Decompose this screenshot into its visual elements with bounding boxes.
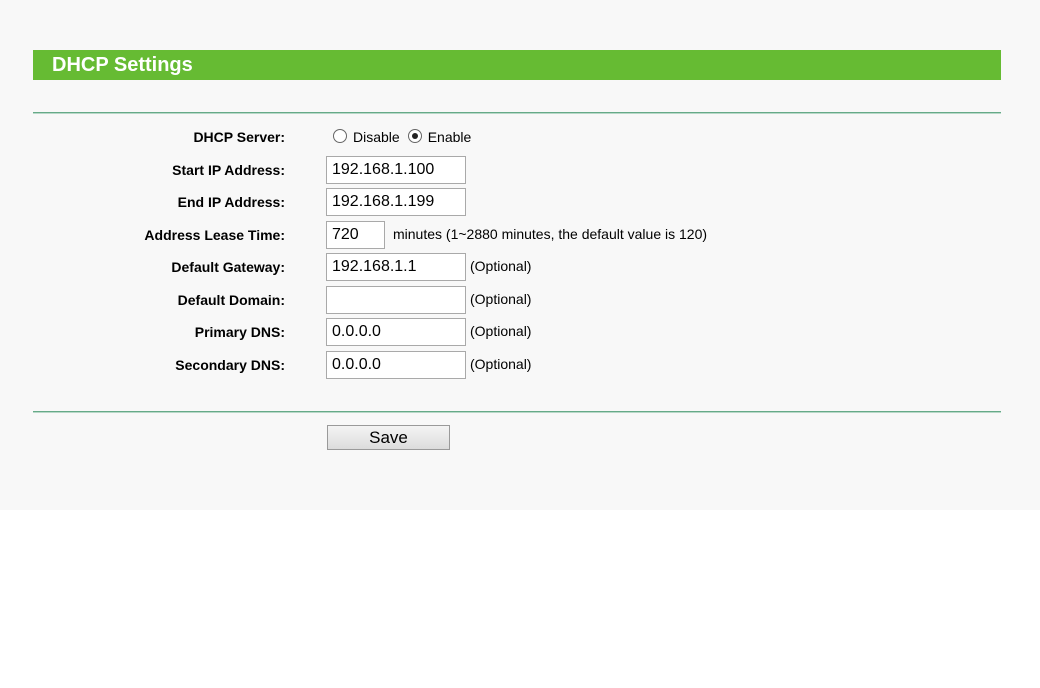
primary-dns-optional: (Optional) <box>470 323 532 339</box>
primary-dns-input[interactable] <box>326 318 466 346</box>
start-ip-label: Start IP Address: <box>172 162 285 178</box>
default-gateway-row: Default Gateway: (Optional) <box>0 253 1040 281</box>
primary-dns-label: Primary DNS: <box>194 324 285 340</box>
dhcp-enable-label[interactable]: Enable <box>428 124 472 150</box>
bottom-divider <box>33 411 1001 413</box>
secondary-dns-row: Secondary DNS: (Optional) <box>0 351 1040 379</box>
default-domain-label: Default Domain: <box>177 292 285 308</box>
primary-dns-row: Primary DNS: (Optional) <box>0 318 1040 346</box>
default-gateway-optional: (Optional) <box>470 258 532 274</box>
lease-time-input[interactable] <box>326 221 385 249</box>
dhcp-server-row: DHCP Server: Disable Enable <box>0 123 1040 151</box>
dhcp-disable-label[interactable]: Disable <box>353 124 400 150</box>
default-domain-input[interactable] <box>326 286 466 314</box>
header-bar: DHCP Settings <box>33 50 1001 80</box>
save-button[interactable]: Save <box>327 425 450 450</box>
end-ip-label: End IP Address: <box>177 194 285 210</box>
dhcp-server-label: DHCP Server: <box>193 129 285 145</box>
end-ip-input[interactable] <box>326 188 466 216</box>
secondary-dns-optional: (Optional) <box>470 356 532 372</box>
lease-time-row: Address Lease Time: minutes (1~2880 minu… <box>0 221 1040 249</box>
default-domain-optional: (Optional) <box>470 291 532 307</box>
dhcp-server-radio-group: Disable Enable <box>333 123 479 151</box>
default-domain-row: Default Domain: (Optional) <box>0 286 1040 314</box>
lease-time-hint: minutes (1~2880 minutes, the default val… <box>393 226 708 242</box>
secondary-dns-label: Secondary DNS: <box>175 357 285 373</box>
page-title: DHCP Settings <box>52 54 193 76</box>
start-ip-input[interactable] <box>326 156 466 184</box>
lease-time-label: Address Lease Time: <box>144 227 285 243</box>
dhcp-disable-radio[interactable] <box>333 129 347 144</box>
top-divider <box>33 112 1001 114</box>
settings-panel: DHCP Settings DHCP Server: Disable Enable… <box>0 0 1040 510</box>
start-ip-row: Start IP Address: <box>0 156 1040 184</box>
secondary-dns-input[interactable] <box>326 351 466 379</box>
dhcp-enable-radio[interactable] <box>407 129 422 144</box>
default-gateway-input[interactable] <box>326 253 466 281</box>
end-ip-row: End IP Address: <box>0 188 1040 216</box>
default-gateway-label: Default Gateway: <box>171 259 285 275</box>
